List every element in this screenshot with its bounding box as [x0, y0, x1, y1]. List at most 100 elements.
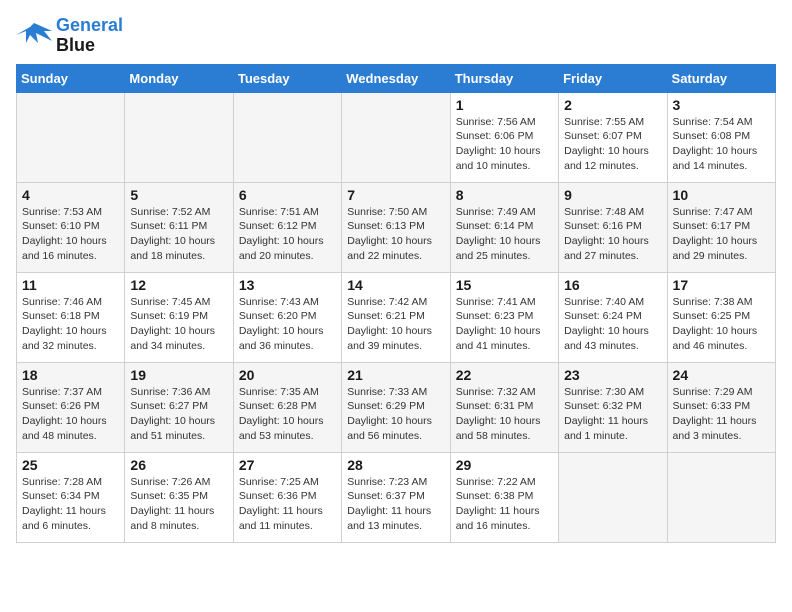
col-header-thursday: Thursday: [450, 64, 558, 92]
day-info: Sunrise: 7:53 AM Sunset: 6:10 PM Dayligh…: [22, 205, 119, 264]
day-number: 22: [456, 367, 553, 383]
calendar-day-cell: 13 Sunrise: 7:43 AM Sunset: 6:20 PM Dayli…: [233, 272, 341, 362]
calendar-day-cell: 17 Sunrise: 7:38 AM Sunset: 6:25 PM Dayli…: [667, 272, 775, 362]
calendar-day-cell: 16 Sunrise: 7:40 AM Sunset: 6:24 PM Dayli…: [559, 272, 667, 362]
day-number: 20: [239, 367, 336, 383]
calendar-day-cell: 19 Sunrise: 7:36 AM Sunset: 6:27 PM Dayli…: [125, 362, 233, 452]
day-info: Sunrise: 7:28 AM Sunset: 6:34 PM Dayligh…: [22, 475, 119, 534]
day-info: Sunrise: 7:50 AM Sunset: 6:13 PM Dayligh…: [347, 205, 444, 264]
calendar-day-cell: 25 Sunrise: 7:28 AM Sunset: 6:34 PM Dayli…: [17, 452, 125, 542]
day-info: Sunrise: 7:32 AM Sunset: 6:31 PM Dayligh…: [456, 385, 553, 444]
calendar-day-cell: 5 Sunrise: 7:52 AM Sunset: 6:11 PM Daylig…: [125, 182, 233, 272]
day-info: Sunrise: 7:41 AM Sunset: 6:23 PM Dayligh…: [456, 295, 553, 354]
logo: GeneralBlue: [16, 16, 123, 56]
day-info: Sunrise: 7:35 AM Sunset: 6:28 PM Dayligh…: [239, 385, 336, 444]
day-number: 2: [564, 97, 661, 113]
day-number: 17: [673, 277, 770, 293]
calendar-header-row: SundayMondayTuesdayWednesdayThursdayFrid…: [17, 64, 776, 92]
day-info: Sunrise: 7:51 AM Sunset: 6:12 PM Dayligh…: [239, 205, 336, 264]
day-number: 5: [130, 187, 227, 203]
calendar-day-cell: 27 Sunrise: 7:25 AM Sunset: 6:36 PM Dayli…: [233, 452, 341, 542]
calendar-day-cell: [667, 452, 775, 542]
day-number: 13: [239, 277, 336, 293]
calendar-day-cell: 11 Sunrise: 7:46 AM Sunset: 6:18 PM Dayli…: [17, 272, 125, 362]
day-info: Sunrise: 7:48 AM Sunset: 6:16 PM Dayligh…: [564, 205, 661, 264]
day-number: 7: [347, 187, 444, 203]
day-info: Sunrise: 7:49 AM Sunset: 6:14 PM Dayligh…: [456, 205, 553, 264]
calendar-day-cell: 22 Sunrise: 7:32 AM Sunset: 6:31 PM Dayli…: [450, 362, 558, 452]
day-info: Sunrise: 7:22 AM Sunset: 6:38 PM Dayligh…: [456, 475, 553, 534]
day-number: 25: [22, 457, 119, 473]
day-number: 29: [456, 457, 553, 473]
calendar-week-row: 18 Sunrise: 7:37 AM Sunset: 6:26 PM Dayli…: [17, 362, 776, 452]
logo-icon: [16, 21, 52, 51]
col-header-friday: Friday: [559, 64, 667, 92]
calendar-week-row: 1 Sunrise: 7:56 AM Sunset: 6:06 PM Daylig…: [17, 92, 776, 182]
day-info: Sunrise: 7:52 AM Sunset: 6:11 PM Dayligh…: [130, 205, 227, 264]
calendar-day-cell: 15Sunrise: 7:41 AM Sunset: 6:23 PM Dayli…: [450, 272, 558, 362]
calendar-day-cell: [559, 452, 667, 542]
day-number: 6: [239, 187, 336, 203]
calendar-day-cell: 26 Sunrise: 7:26 AM Sunset: 6:35 PM Dayli…: [125, 452, 233, 542]
col-header-wednesday: Wednesday: [342, 64, 450, 92]
day-info: Sunrise: 7:56 AM Sunset: 6:06 PM Dayligh…: [456, 115, 553, 174]
day-number: 10: [673, 187, 770, 203]
day-info: Sunrise: 7:36 AM Sunset: 6:27 PM Dayligh…: [130, 385, 227, 444]
day-number: 1: [456, 97, 553, 113]
day-info: Sunrise: 7:29 AM Sunset: 6:33 PM Dayligh…: [673, 385, 770, 444]
day-number: 26: [130, 457, 227, 473]
day-number: 4: [22, 187, 119, 203]
day-number: 21: [347, 367, 444, 383]
calendar-day-cell: 28Sunrise: 7:23 AM Sunset: 6:37 PM Dayli…: [342, 452, 450, 542]
day-number: 9: [564, 187, 661, 203]
day-info: Sunrise: 7:54 AM Sunset: 6:08 PM Dayligh…: [673, 115, 770, 174]
day-info: Sunrise: 7:40 AM Sunset: 6:24 PM Dayligh…: [564, 295, 661, 354]
calendar-day-cell: [125, 92, 233, 182]
calendar-day-cell: 7 Sunrise: 7:50 AM Sunset: 6:13 PM Daylig…: [342, 182, 450, 272]
day-info: Sunrise: 7:45 AM Sunset: 6:19 PM Dayligh…: [130, 295, 227, 354]
day-info: Sunrise: 7:30 AM Sunset: 6:32 PM Dayligh…: [564, 385, 661, 444]
day-number: 12: [130, 277, 227, 293]
calendar-day-cell: [17, 92, 125, 182]
calendar-day-cell: 18 Sunrise: 7:37 AM Sunset: 6:26 PM Dayli…: [17, 362, 125, 452]
calendar-day-cell: [342, 92, 450, 182]
day-number: 11: [22, 277, 119, 293]
logo-text: GeneralBlue: [56, 16, 123, 56]
day-number: 14: [347, 277, 444, 293]
calendar-day-cell: 8Sunrise: 7:49 AM Sunset: 6:14 PM Daylig…: [450, 182, 558, 272]
calendar-day-cell: 12 Sunrise: 7:45 AM Sunset: 6:19 PM Dayli…: [125, 272, 233, 362]
day-info: Sunrise: 7:26 AM Sunset: 6:35 PM Dayligh…: [130, 475, 227, 534]
day-number: 3: [673, 97, 770, 113]
day-info: Sunrise: 7:25 AM Sunset: 6:36 PM Dayligh…: [239, 475, 336, 534]
day-info: Sunrise: 7:47 AM Sunset: 6:17 PM Dayligh…: [673, 205, 770, 264]
calendar-week-row: 25 Sunrise: 7:28 AM Sunset: 6:34 PM Dayli…: [17, 452, 776, 542]
col-header-saturday: Saturday: [667, 64, 775, 92]
calendar-day-cell: [233, 92, 341, 182]
day-info: Sunrise: 7:37 AM Sunset: 6:26 PM Dayligh…: [22, 385, 119, 444]
day-number: 28: [347, 457, 444, 473]
day-number: 27: [239, 457, 336, 473]
calendar-day-cell: 21 Sunrise: 7:33 AM Sunset: 6:29 PM Dayli…: [342, 362, 450, 452]
day-info: Sunrise: 7:33 AM Sunset: 6:29 PM Dayligh…: [347, 385, 444, 444]
day-info: Sunrise: 7:38 AM Sunset: 6:25 PM Dayligh…: [673, 295, 770, 354]
calendar-day-cell: 23 Sunrise: 7:30 AM Sunset: 6:32 PM Dayli…: [559, 362, 667, 452]
col-header-monday: Monday: [125, 64, 233, 92]
calendar-day-cell: 24 Sunrise: 7:29 AM Sunset: 6:33 PM Dayli…: [667, 362, 775, 452]
day-number: 24: [673, 367, 770, 383]
calendar-day-cell: 1 Sunrise: 7:56 AM Sunset: 6:06 PM Daylig…: [450, 92, 558, 182]
calendar-day-cell: 6 Sunrise: 7:51 AM Sunset: 6:12 PM Daylig…: [233, 182, 341, 272]
day-number: 19: [130, 367, 227, 383]
col-header-tuesday: Tuesday: [233, 64, 341, 92]
day-number: 18: [22, 367, 119, 383]
page-header: GeneralBlue: [16, 16, 776, 56]
calendar-table: SundayMondayTuesdayWednesdayThursdayFrid…: [16, 64, 776, 543]
calendar-day-cell: 9 Sunrise: 7:48 AM Sunset: 6:16 PM Daylig…: [559, 182, 667, 272]
calendar-day-cell: 20 Sunrise: 7:35 AM Sunset: 6:28 PM Dayli…: [233, 362, 341, 452]
day-number: 16: [564, 277, 661, 293]
calendar-week-row: 11 Sunrise: 7:46 AM Sunset: 6:18 PM Dayli…: [17, 272, 776, 362]
day-info: Sunrise: 7:43 AM Sunset: 6:20 PM Dayligh…: [239, 295, 336, 354]
day-number: 23: [564, 367, 661, 383]
day-info: Sunrise: 7:46 AM Sunset: 6:18 PM Dayligh…: [22, 295, 119, 354]
calendar-day-cell: 14Sunrise: 7:42 AM Sunset: 6:21 PM Dayli…: [342, 272, 450, 362]
day-info: Sunrise: 7:55 AM Sunset: 6:07 PM Dayligh…: [564, 115, 661, 174]
